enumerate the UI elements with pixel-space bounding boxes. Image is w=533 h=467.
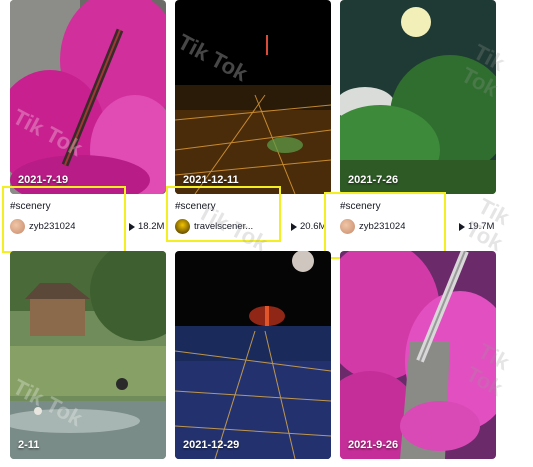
author-name[interactable]: zyb231024	[359, 221, 405, 232]
author-link[interactable]: travelscener...	[175, 219, 253, 234]
author-name[interactable]: travelscener...	[194, 221, 253, 232]
hashtag-link[interactable]: #scenery	[175, 201, 216, 212]
video-card-2[interactable]: 2021-12-11	[175, 0, 331, 194]
view-count: 19.7M	[459, 221, 494, 232]
avatar[interactable]	[340, 219, 355, 234]
video-card-1[interactable]: 2021-7-19	[10, 0, 166, 194]
play-icon	[291, 222, 297, 231]
play-icon	[129, 222, 135, 231]
thumbnail-moon-forest	[340, 0, 496, 194]
author-link[interactable]: zyb231024	[10, 219, 75, 234]
video-card-4[interactable]: 2-11	[10, 251, 166, 459]
view-count-value: 19.7M	[468, 221, 495, 232]
thumbnail-night-city	[175, 0, 331, 194]
video-date: 2021-12-11	[183, 174, 239, 186]
view-count-value: 18.2M	[138, 221, 165, 232]
hashtag-link[interactable]: #scenery	[340, 201, 381, 212]
video-meta-3: #scenery zyb231024 19.7M	[340, 195, 500, 255]
avatar[interactable]	[10, 219, 25, 234]
video-meta-2: #scenery travelscener... 20.6M	[175, 195, 335, 255]
video-date: 2021-12-29	[183, 439, 240, 451]
view-count: 18.2M	[129, 221, 164, 232]
view-count: 20.6M	[291, 221, 326, 232]
video-date: 2-11	[18, 439, 40, 451]
play-icon	[459, 222, 465, 231]
video-card-5[interactable]: 2021-12-29	[175, 251, 331, 459]
video-date: 2021-7-26	[348, 174, 399, 186]
view-count-value: 20.6M	[300, 221, 327, 232]
thumbnail-night-aerial	[175, 251, 331, 459]
video-meta-1: #scenery zyb231024 18.2M	[10, 195, 170, 255]
hashtag-link[interactable]: #scenery	[10, 201, 51, 212]
thumbnail-village	[10, 251, 166, 459]
author-link[interactable]: zyb231024	[340, 219, 405, 234]
thumbnail-pink-cliff	[340, 251, 496, 459]
thumbnail-pink-stairs	[10, 0, 166, 194]
video-card-3[interactable]: 2021-7-26	[340, 0, 496, 194]
author-name[interactable]: zyb231024	[29, 221, 75, 232]
video-date: 2021-9-26	[348, 439, 399, 451]
video-date: 2021-7-19	[18, 174, 69, 186]
video-card-6[interactable]: 2021-9-26	[340, 251, 496, 459]
avatar[interactable]	[175, 219, 190, 234]
